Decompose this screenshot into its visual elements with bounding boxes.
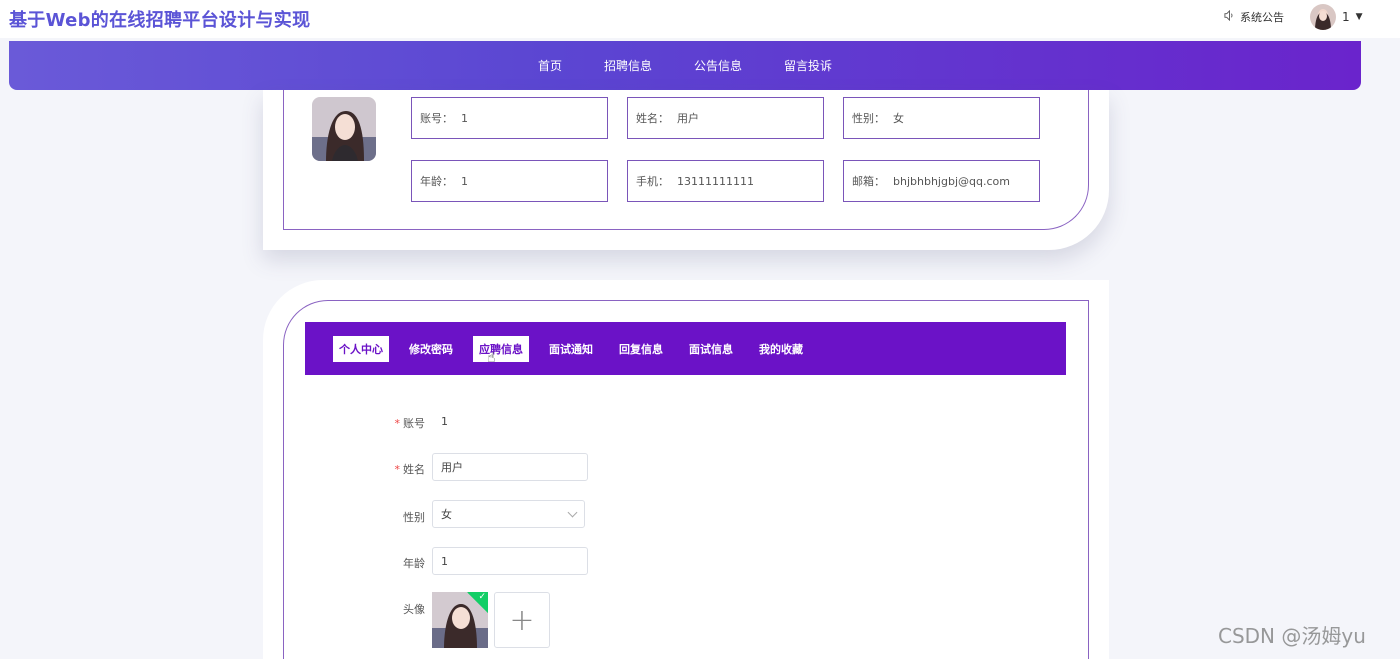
system-notice-label: 系统公告 — [1240, 11, 1284, 24]
info-account-label: 账号： — [420, 112, 453, 125]
account-label: * 账号 — [394, 417, 426, 430]
age-label: 年龄 — [403, 557, 425, 570]
info-gender: 性别： 女 — [843, 97, 1040, 139]
user-name: 1 — [1342, 10, 1350, 24]
gender-label: 性别 — [403, 511, 425, 524]
name-label: * 姓名 — [394, 463, 426, 476]
info-email-value: bhjbhbhjgbj@qq.com — [893, 174, 1010, 188]
info-phone-label: 手机： — [636, 175, 669, 188]
hand-cursor-icon: ☝ — [487, 350, 496, 366]
info-email-label: 邮箱： — [852, 175, 885, 188]
top-bar: 基于Web的在线招聘平台设计与实现 系统公告 1 ▼ — [0, 0, 1400, 38]
info-phone-value: 13111111111 — [677, 174, 754, 188]
info-name-value: 用户 — [677, 112, 699, 125]
info-account-value: 1 — [461, 111, 468, 125]
center-tabs: 个人中心 修改密码 应聘信息 面试通知 回复信息 面试信息 我的收藏 — [305, 322, 1066, 375]
system-notice-link[interactable]: 系统公告 — [1224, 9, 1284, 25]
gender-select[interactable]: 女 — [432, 500, 585, 528]
profile-photo — [312, 97, 376, 161]
check-icon: ✓ — [478, 592, 486, 602]
nav-item-notices[interactable]: 公告信息 — [694, 57, 742, 74]
tab-replies[interactable]: 回复信息 — [613, 336, 669, 362]
watermark: CSDN @汤姆yu — [1218, 624, 1366, 648]
tab-personal-center[interactable]: 个人中心 — [333, 335, 389, 362]
tab-favorites[interactable]: 我的收藏 — [753, 336, 809, 362]
info-gender-value: 女 — [893, 112, 904, 125]
info-account: 账号： 1 — [411, 97, 608, 139]
tab-interviews[interactable]: 面试信息 — [683, 336, 739, 362]
avatar-label: 头像 — [403, 603, 425, 616]
site-title: 基于Web的在线招聘平台设计与实现 — [9, 10, 311, 31]
chevron-down-icon — [567, 507, 578, 518]
age-input[interactable]: 1 — [432, 547, 588, 575]
nav-item-home[interactable]: 首页 — [538, 57, 562, 74]
info-name-label: 姓名： — [636, 112, 669, 125]
nav-item-complaints[interactable]: 留言投诉 — [784, 57, 832, 74]
nav-item-jobs[interactable]: 招聘信息 — [604, 57, 652, 74]
info-email: 邮箱： bhjbhbhjgbj@qq.com — [843, 160, 1040, 202]
tab-change-password[interactable]: 修改密码 — [403, 336, 459, 362]
speaker-icon — [1224, 9, 1235, 24]
main-nav: 首页 招聘信息 公告信息 留言投诉 — [9, 41, 1361, 90]
tab-applications[interactable]: 应聘信息 — [473, 335, 529, 362]
info-gender-label: 性别： — [852, 112, 885, 125]
info-age-label: 年龄： — [420, 175, 453, 188]
avatar-upload-thumb[interactable]: ✓ — [432, 592, 488, 648]
info-age-value: 1 — [461, 174, 468, 188]
tab-interview-notices[interactable]: 面试通知 — [543, 336, 599, 362]
avatar — [1310, 4, 1336, 30]
gender-select-value: 女 — [441, 508, 452, 521]
caret-down-icon: ▼ — [1355, 12, 1363, 22]
info-phone: 手机： 13111111111 — [627, 160, 824, 202]
name-input[interactable]: 用户 — [432, 453, 588, 481]
account-value: 1 — [441, 415, 448, 428]
user-menu[interactable]: 1 ▼ — [1310, 4, 1363, 30]
info-age: 年龄： 1 — [411, 160, 608, 202]
info-name: 姓名： 用户 — [627, 97, 824, 139]
avatar-add-button[interactable]: + — [494, 592, 550, 648]
